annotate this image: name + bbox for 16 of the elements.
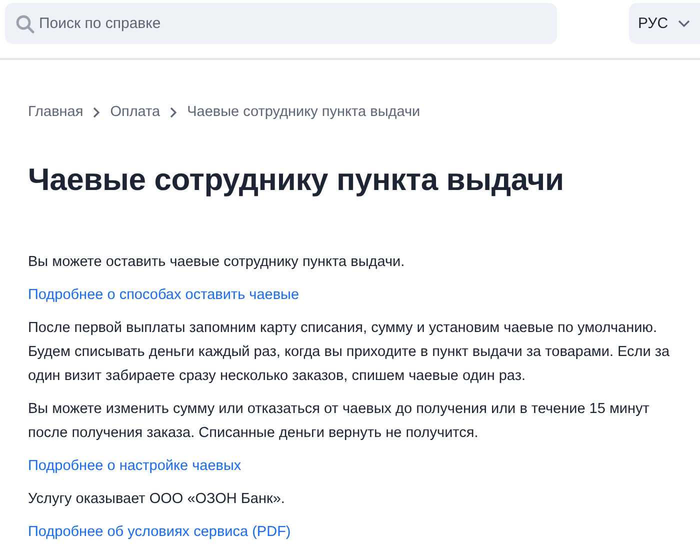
breadcrumb-link[interactable]: Чаевые сотруднику пункта выдачи xyxy=(187,104,420,120)
chevron-down-icon xyxy=(678,20,690,28)
paragraph: Услугу оказывает ООО «ОЗОН Банк». xyxy=(28,490,286,509)
paragraph: После первой выплаты запомним карту списания, сумму и установим чаевые по умолчанию. Будем списывать деньги каждый раз, когда вы приходите в пункт выдачи за товарами. Если за один визит забираете сразу несколько заказов, спишем чаевые один раз. xyxy=(28,319,671,386)
paragraph: Вы можете изменить сумму или отказаться от чаевых до получения или в течение 15 минут после получения заказа. Списанные деньги вернуть не получится. xyxy=(28,400,650,443)
breadcrumb-link[interactable]: Оплата xyxy=(110,104,160,120)
chevron-right-icon xyxy=(170,106,178,118)
search-field[interactable]: Поиск по справке xyxy=(5,3,557,44)
chevron-right-icon xyxy=(93,106,100,118)
breadcrumb-link[interactable]: Главная xyxy=(28,104,84,120)
link[interactable]: Подробнее об условиях сервиса (PDF) xyxy=(28,520,291,544)
language-selector[interactable]: РУС xyxy=(629,3,700,44)
link[interactable]: Подробнее о настройке чаевых xyxy=(28,454,242,478)
link[interactable]: Подробнее о способах оставить чаевые xyxy=(28,283,300,307)
page-title: Чаевые сотруднику пункта выдачи xyxy=(28,162,565,198)
paragraph: Вы можете оставить чаевые сотруднику пункта выдачи. xyxy=(28,253,406,272)
